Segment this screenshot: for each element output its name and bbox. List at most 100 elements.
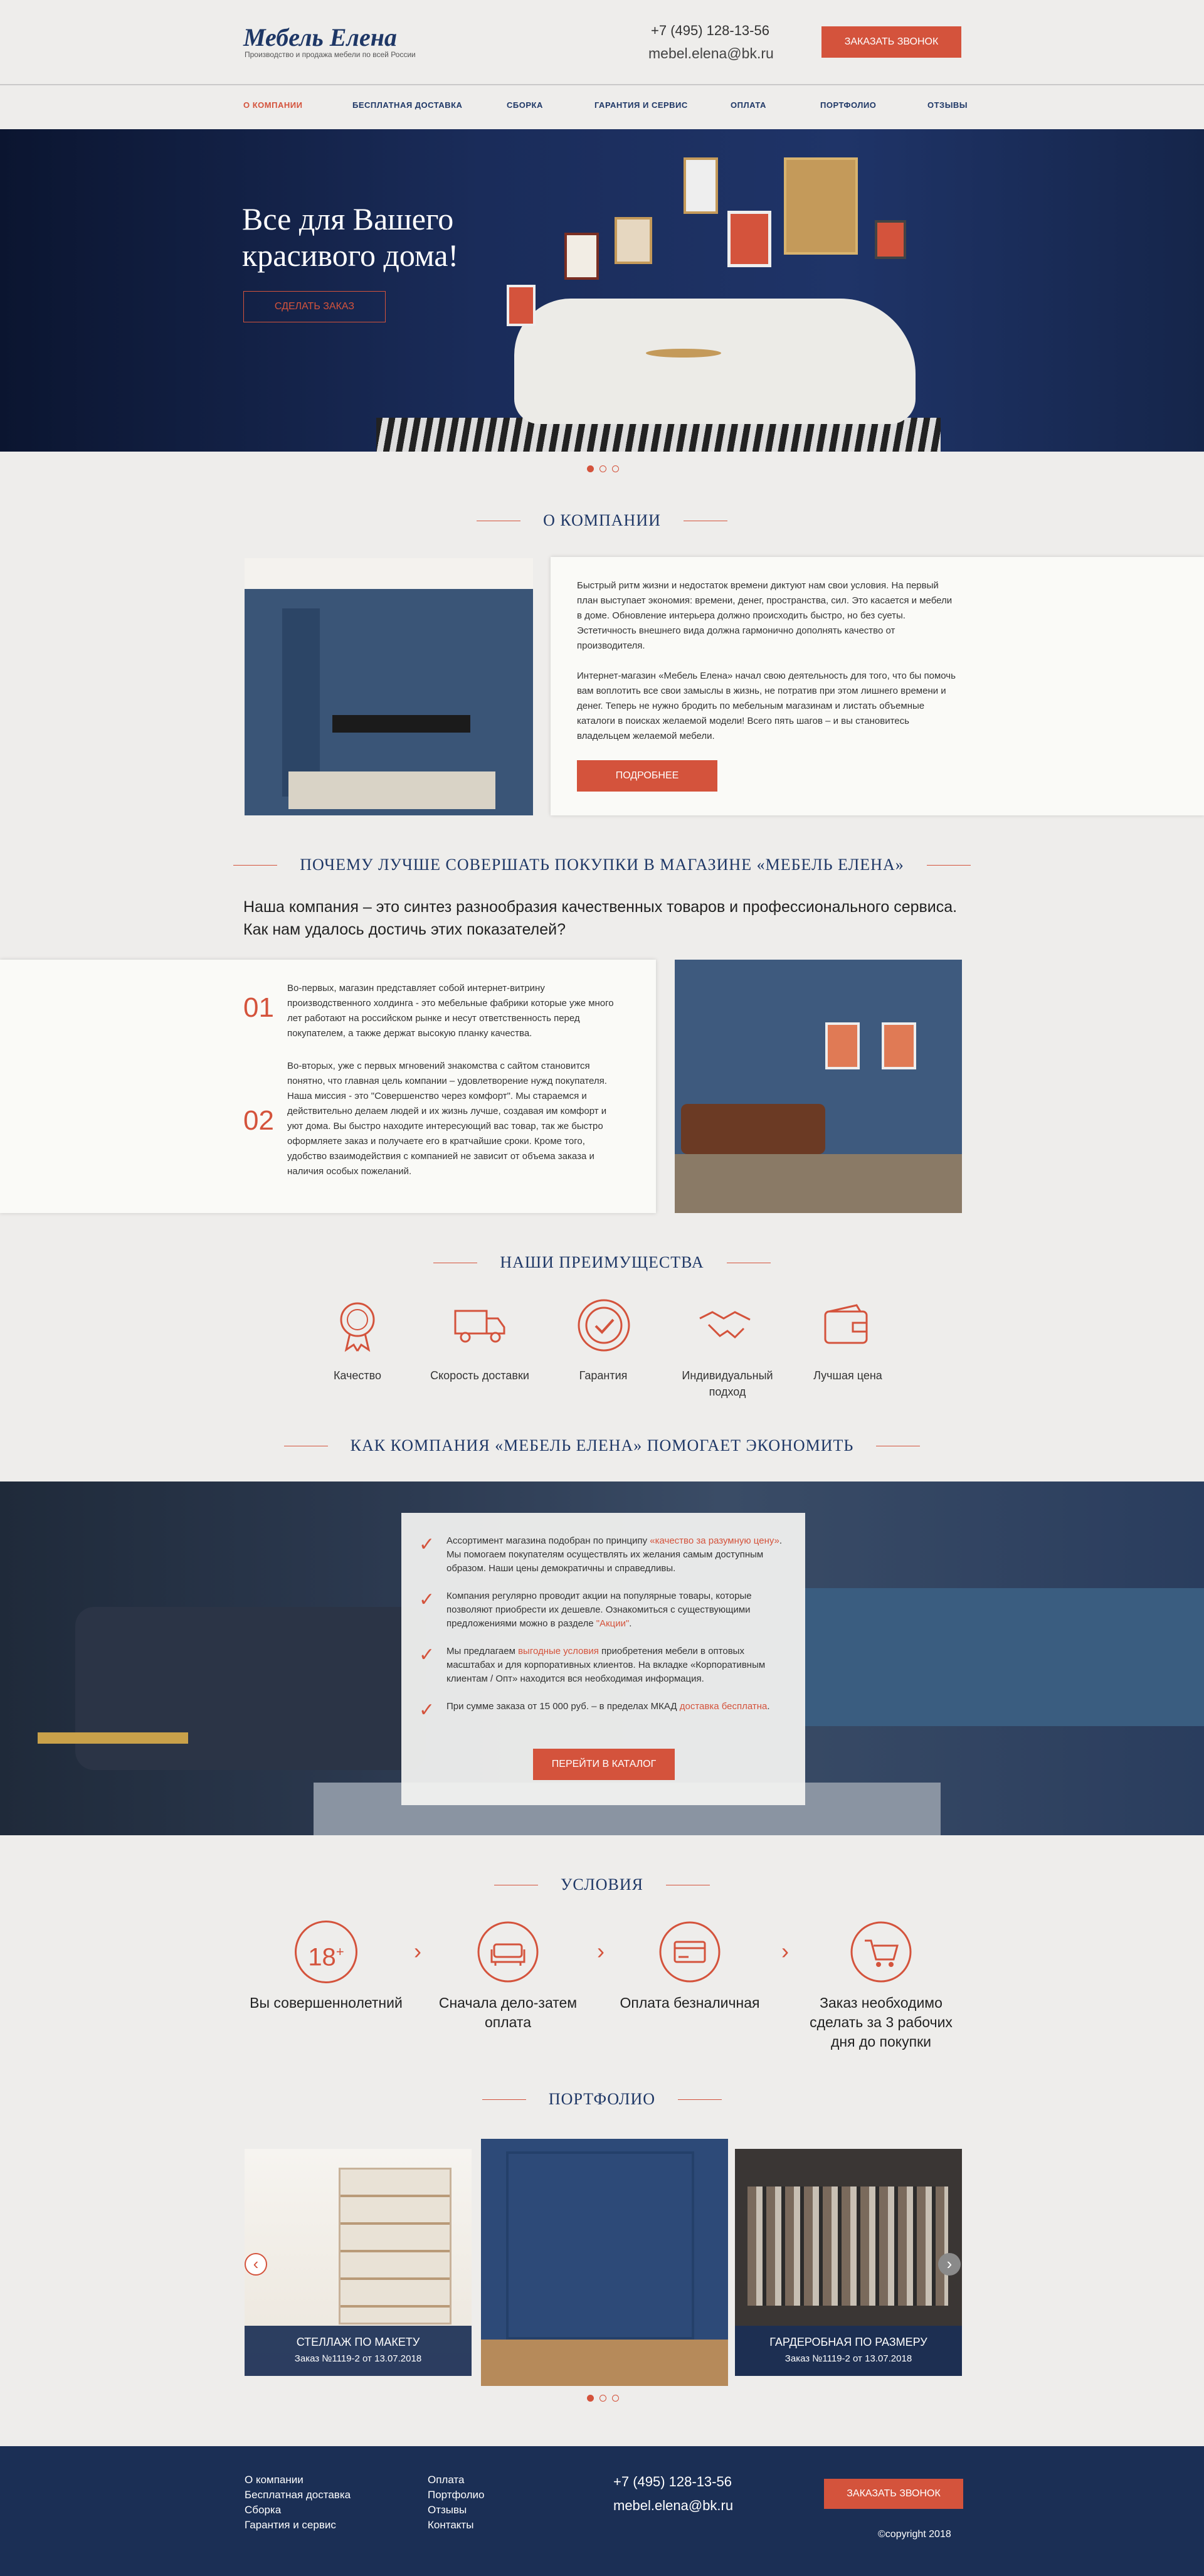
economy-sofa <box>75 1607 426 1770</box>
portfolio-wardrobe <box>747 2186 948 2306</box>
check-icon: ✓ <box>419 1645 435 1665</box>
why-image-floor <box>675 1154 962 1213</box>
economy-item-3: ✓ Мы предлагаем выгодные условия приобрет… <box>419 1645 766 1685</box>
footer-link-assembly[interactable]: Сборка <box>245 2504 281 2516</box>
logo-title[interactable]: Мебель Елена <box>243 23 397 52</box>
portfolio-shelf <box>339 2168 452 2324</box>
chevron-right-icon: › <box>781 1938 789 1964</box>
nav-assembly[interactable]: СБОРКА <box>507 100 543 110</box>
order-call-button[interactable]: ЗАКАЗАТЬ ЗВОНОК <box>821 26 961 58</box>
why-image-sofa <box>681 1104 825 1154</box>
about-image-rug <box>288 771 495 809</box>
portfolio-card-2[interactable] <box>481 2139 728 2386</box>
nav-free-delivery[interactable]: БЕСПЛАТНАЯ ДОСТАВКА <box>352 100 462 110</box>
portfolio-title: ПОРТФОЛИО <box>0 2090 1204 2109</box>
hero-frame <box>615 217 652 264</box>
hero-frame <box>507 285 536 326</box>
carousel-next-button[interactable]: › <box>938 2253 961 2276</box>
footer-link-reviews[interactable]: Отзывы <box>428 2504 467 2516</box>
footer-link-delivery[interactable]: Бесплатная доставка <box>245 2489 351 2501</box>
about-title: О КОМПАНИИ <box>0 511 1204 530</box>
why-title: ПОЧЕМУ ЛУЧШЕ СОВЕРШАТЬ ПОКУПКИ В МАГАЗИН… <box>0 856 1204 874</box>
condition-3-days: Заказ необходимо сделать за 3 рабочих дн… <box>810 1995 953 2050</box>
nav-warranty[interactable]: ГАРАНТИЯ И СЕРВИС <box>594 100 688 110</box>
footer-link-contacts[interactable]: Контакты <box>428 2519 473 2531</box>
condition-adult: Вы совершеннолетний <box>250 1995 403 2011</box>
footer-order-call-button[interactable]: ЗАКАЗАТЬ ЗВОНОК <box>824 2479 963 2509</box>
about-paragraph-2: Интернет-магазин «Мебель Елена» начал св… <box>577 671 956 741</box>
footer-link-payment[interactable]: Оплата <box>428 2474 464 2486</box>
portfolio-card-sub: Заказ №1119-2 от 13.07.2018 <box>784 2353 912 2364</box>
footer-link-portfolio[interactable]: Портфолио <box>428 2489 484 2501</box>
footer-link-about[interactable]: О компании <box>245 2474 304 2486</box>
advantage-quality: Качество <box>333 1369 382 1382</box>
check-icon: ✓ <box>419 1589 435 1610</box>
nav-about[interactable]: О КОМПАНИИ <box>243 100 302 110</box>
hero-title-line2: красивого дома! <box>242 238 459 273</box>
portfolio-card-sub: Заказ №1119-2 от 13.07.2018 <box>294 2353 422 2364</box>
quality-medal-icon <box>340 1302 375 1352</box>
portfolio-floor <box>481 2340 728 2386</box>
go-to-catalog-button[interactable]: ПЕРЕЙТИ В КАТАЛОГ <box>533 1749 675 1780</box>
header-phone[interactable]: +7 (495) 128-13-56 <box>651 23 769 39</box>
link-free-delivery[interactable]: доставка бесплатна <box>680 1701 768 1712</box>
about-image-shelf <box>282 608 320 797</box>
nav-portfolio[interactable]: ПОРТФОЛИО <box>820 100 876 110</box>
why-image <box>675 960 962 1213</box>
why-image-frame <box>882 1022 916 1069</box>
economy-cabinet <box>803 1588 1204 1726</box>
age-value: 18 <box>308 1943 336 1971</box>
economy-title: КАК КОМПАНИЯ «МЕБЕЛЬ ЕЛЕНА» ПОМОГАЕТ ЭКО… <box>0 1436 1204 1455</box>
economy-item-1: ✓ Ассортимент магазина подобран по принци… <box>419 1534 783 1574</box>
economy-item-4: ✓ При сумме заказа от 15 000 руб. – в пре… <box>419 1700 770 1720</box>
footer-link-warranty[interactable]: Гарантия и сервис <box>245 2519 336 2531</box>
nav-reviews[interactable]: ОТЗЫВЫ <box>927 100 968 110</box>
delivery-truck-icon <box>454 1310 505 1343</box>
portfolio-caption-3: ГАРДЕРОБНАЯ ПО РАЗМЕРУ Заказ №1119-2 от … <box>735 2326 962 2376</box>
header-email[interactable]: mebel.elena@bk.ru <box>648 45 774 62</box>
nav-payment[interactable]: ОПЛАТА <box>731 100 766 110</box>
slider-dot[interactable] <box>612 465 619 472</box>
hero-frame <box>875 220 906 259</box>
slider-dot-active[interactable] <box>587 465 594 472</box>
advantage-delivery-speed: Скорость доставки <box>430 1369 529 1382</box>
economy-table <box>38 1732 188 1744</box>
link-quality-price[interactable]: «качество за разумную цену» <box>650 1535 779 1546</box>
handshake-icon <box>699 1311 751 1339</box>
why-image-frame <box>825 1022 860 1069</box>
hero-banner <box>0 129 1204 452</box>
warranty-badge-icon <box>578 1299 630 1352</box>
footer-phone[interactable]: +7 (495) 128-13-56 <box>613 2474 732 2490</box>
credit-card-icon <box>659 1921 721 1983</box>
wallet-icon <box>824 1304 868 1344</box>
link-promotions[interactable]: "Акции" <box>596 1618 630 1629</box>
portfolio-card-3[interactable]: ГАРДЕРОБНАЯ ПО РАЗМЕРУ Заказ №1119-2 от … <box>735 2149 962 2376</box>
hero-sofa <box>514 299 916 424</box>
why-number-2: 02 <box>243 1105 274 1136</box>
make-order-button[interactable]: СДЕЛАТЬ ЗАКАЗ <box>243 291 386 322</box>
why-intro: Наша компания – это синтез разнообразия … <box>243 898 958 938</box>
chevron-right-icon: › <box>597 1938 605 1964</box>
hero-frame <box>784 157 858 255</box>
slider-dot[interactable] <box>599 465 606 472</box>
advantage-best-price: Лучшая цена <box>813 1369 882 1382</box>
slider-dot-active[interactable] <box>587 2395 594 2402</box>
shopping-cart-icon <box>850 1921 912 1983</box>
hero-frame <box>684 157 718 214</box>
footer-email[interactable]: mebel.elena@bk.ru <box>613 2498 733 2514</box>
carousel-prev-button[interactable]: ‹ <box>245 2253 267 2276</box>
more-button[interactable]: ПОДРОБНЕЕ <box>577 760 717 792</box>
slider-dot[interactable] <box>612 2395 619 2402</box>
portfolio-card-title: СТЕЛЛАЖ ПО МАКЕТУ <box>296 2336 420 2348</box>
portfolio-card-1[interactable]: СТЕЛЛАЖ ПО МАКЕТУ Заказ №1119-2 от 13.07… <box>245 2149 472 2376</box>
advantage-individual: Индивидуальный подход <box>682 1369 773 1398</box>
slider-dot[interactable] <box>599 2395 606 2402</box>
link-wholesale[interactable]: выгодные условия <box>518 1646 599 1656</box>
about-paragraph-1: Быстрый ритм жизни и недостаток времени … <box>577 580 953 651</box>
portfolio-card-title: ГАРДЕРОБНАЯ ПО РАЗМЕРУ <box>769 2336 927 2348</box>
chevron-right-icon: › <box>414 1938 421 1964</box>
footer <box>0 2446 1204 2576</box>
portfolio-door <box>506 2151 694 2340</box>
about-image <box>245 558 533 815</box>
conditions-title: УСЛОВИЯ <box>0 1875 1204 1894</box>
